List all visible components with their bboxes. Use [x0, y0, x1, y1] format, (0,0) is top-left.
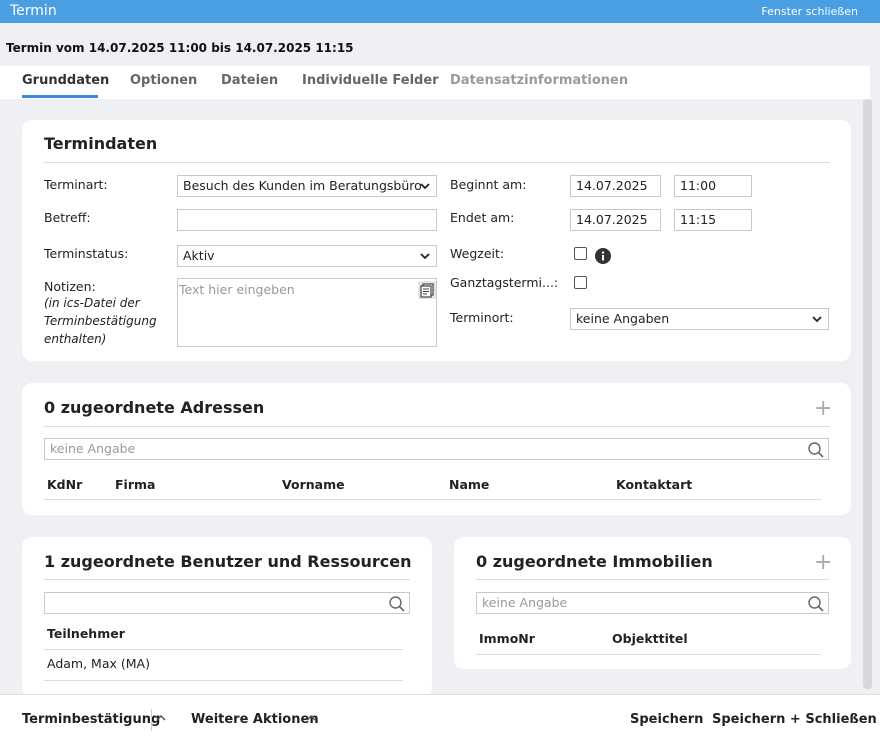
text-template-icon[interactable] [418, 281, 436, 299]
table-row[interactable]: Adam, Max (MA) [47, 656, 150, 671]
chevron-up-icon[interactable] [155, 712, 167, 724]
adressen-search-placeholder: keine Angabe [50, 441, 136, 456]
chevron-down-icon [420, 253, 430, 260]
column-header-vorname[interactable]: Vorname [282, 477, 345, 492]
termindaten-card: Termindaten Terminart: Besuch des Kunden… [22, 120, 851, 361]
beginnt-label: Beginnt am: [450, 177, 527, 192]
betreff-label: Betreff: [44, 210, 91, 225]
footer-toolbar: Terminbestätigung Weitere Aktionen Speic… [0, 694, 880, 739]
column-header-kdnr[interactable]: KdNr [47, 477, 82, 492]
notizen-textarea[interactable]: Text hier eingeben [177, 278, 437, 347]
terminstatus-label: Terminstatus: [44, 246, 129, 261]
terminstatus-select[interactable]: Aktiv [177, 245, 437, 267]
save-close-button[interactable]: Speichern + Schließen [712, 712, 877, 727]
info-icon[interactable] [595, 248, 611, 264]
search-icon[interactable] [807, 595, 825, 613]
tab-grunddaten[interactable]: Grunddaten [22, 73, 109, 88]
table-divider [476, 654, 821, 655]
terminort-value: keine Angaben [576, 311, 670, 326]
notizen-label: Notizen: [44, 279, 96, 294]
ganztags-label: Ganztagstermi...: [450, 275, 559, 290]
terminstatus-value: Aktiv [183, 248, 215, 263]
terminart-value: Besuch des Kunden im Beratungsbüro [183, 178, 422, 193]
terminort-label: Terminort: [450, 310, 514, 325]
adressen-search-input[interactable]: keine Angabe [44, 438, 829, 460]
chevron-down-icon [812, 316, 822, 323]
divider [44, 162, 830, 163]
add-immobilie-icon[interactable]: + [814, 552, 832, 574]
adressen-card: 0 zugeordnete Adressen + keine Angabe Kd… [22, 383, 851, 515]
add-adresse-icon[interactable]: + [814, 398, 832, 420]
endet-label: Endet am: [450, 210, 515, 225]
endet-time-input[interactable]: 11:15 [674, 209, 752, 231]
divider [44, 579, 410, 580]
save-button[interactable]: Speichern [630, 712, 703, 727]
table-divider [44, 499, 822, 500]
page-title: Termin vom 14.07.2025 11:00 bis 14.07.20… [6, 41, 354, 55]
tab-datensatzinformationen[interactable]: Datensatzinformationen [450, 73, 628, 88]
chevron-up-icon[interactable] [305, 712, 317, 724]
benutzer-search-input[interactable] [44, 592, 410, 614]
divider [44, 426, 830, 427]
vertical-scrollbar[interactable] [863, 99, 872, 689]
tab-optionen[interactable]: Optionen [130, 73, 197, 88]
table-divider [44, 680, 403, 681]
column-header-name[interactable]: Name [449, 477, 489, 492]
column-header-immonr[interactable]: ImmoNr [479, 631, 535, 646]
close-window-button[interactable]: Fenster schließen [761, 5, 858, 18]
ganztags-checkbox[interactable] [574, 276, 587, 289]
tab-dateien[interactable]: Dateien [221, 73, 278, 88]
table-divider [44, 649, 403, 650]
benutzer-card: 1 zugeordnete Benutzer und Ressourcen Te… [22, 537, 432, 697]
tab-individuelle-felder[interactable]: Individuelle Felder [302, 73, 439, 88]
search-icon[interactable] [807, 441, 825, 459]
benutzer-title: 1 zugeordnete Benutzer und Ressourcen [44, 552, 412, 571]
tab-bar: Grunddaten Optionen Dateien Individuelle… [0, 66, 870, 99]
immobilien-card: 0 zugeordnete Immobilien + keine Angabe … [454, 537, 851, 669]
weitere-aktionen-button[interactable]: Weitere Aktionen [191, 712, 319, 727]
terminbestaetigung-button[interactable]: Terminbestätigung [22, 712, 160, 727]
beginnt-date-input[interactable]: 14.07.2025 [570, 175, 661, 197]
window-titlebar: Termin Fenster schließen [0, 0, 880, 23]
immobilien-search-placeholder: keine Angabe [482, 595, 568, 610]
column-header-teilnehmer[interactable]: Teilnehmer [47, 626, 125, 641]
wegzeit-checkbox[interactable] [574, 247, 587, 260]
column-header-kontaktart[interactable]: Kontaktart [616, 477, 692, 492]
beginnt-time-input[interactable]: 11:00 [674, 175, 752, 197]
column-header-objekttitel[interactable]: Objekttitel [612, 631, 688, 646]
notizen-placeholder: Text hier eingeben [179, 282, 295, 297]
chevron-down-icon [420, 183, 430, 190]
search-icon[interactable] [388, 595, 406, 613]
terminart-label: Terminart: [44, 177, 108, 192]
terminart-select[interactable]: Besuch des Kunden im Beratungsbüro [177, 175, 437, 197]
adressen-title: 0 zugeordnete Adressen [44, 398, 265, 417]
divider [476, 579, 829, 580]
terminort-select[interactable]: keine Angaben [570, 308, 829, 330]
betreff-input[interactable] [177, 209, 437, 231]
notizen-hint: (in ics-Datei der Terminbestätigung enth… [44, 296, 157, 346]
divider [151, 709, 152, 731]
active-tab-indicator [22, 95, 98, 98]
immobilien-search-input[interactable]: keine Angabe [476, 592, 829, 614]
endet-date-input[interactable]: 14.07.2025 [570, 209, 661, 231]
immobilien-title: 0 zugeordnete Immobilien [476, 552, 713, 571]
window-title: Termin [10, 3, 57, 19]
column-header-firma[interactable]: Firma [115, 477, 155, 492]
termindaten-title: Termindaten [44, 134, 158, 153]
wegzeit-label: Wegzeit: [450, 246, 505, 261]
